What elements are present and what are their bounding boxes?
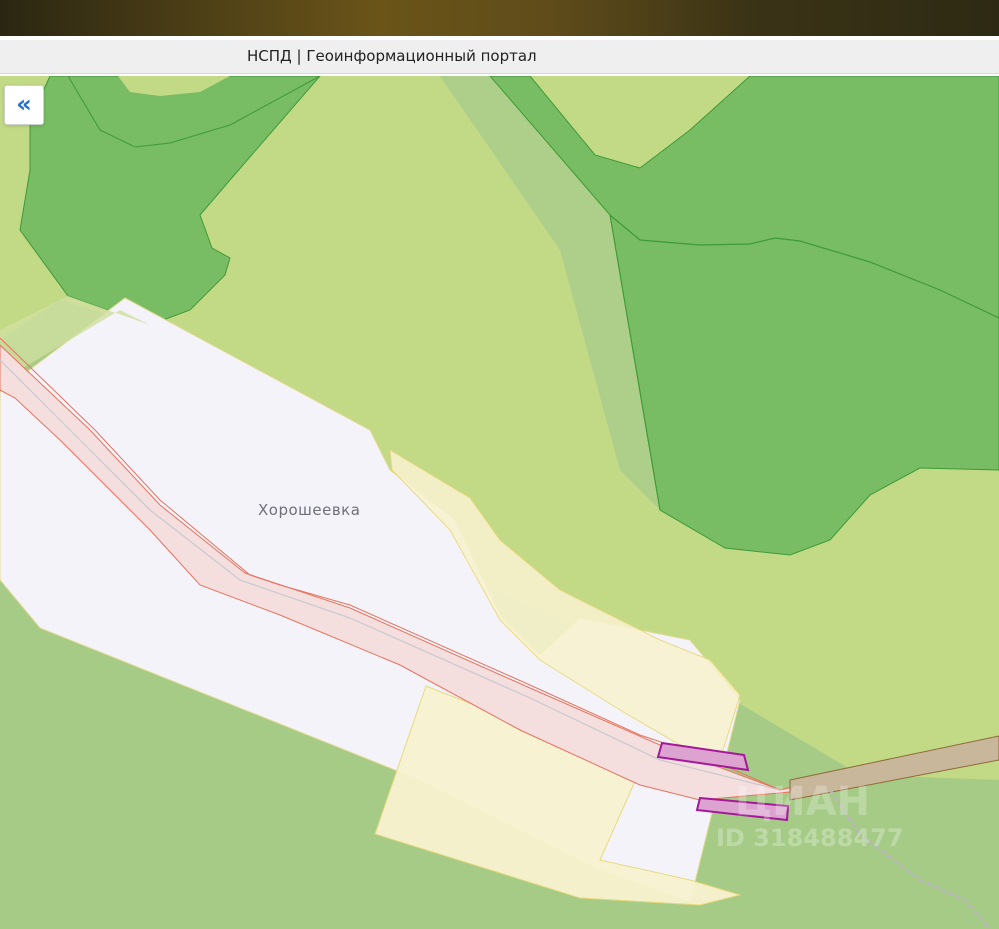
watermark-brand: ЦИАН [735,779,870,825]
title-bar: НСПД | Геоинформационный портал [0,40,999,74]
map-view[interactable]: Хорошеевка ЦИАН ID 318488477 [0,76,999,929]
page-title: НСПД | Геоинформационный портал [247,47,537,65]
collapse-panel-button[interactable]: « [4,85,44,125]
watermark-id: ID 318488477 [716,824,904,852]
top-banner [0,0,999,36]
double-chevron-left-icon: « [16,90,32,118]
map-canvas[interactable]: Хорошеевка ЦИАН ID 318488477 [0,76,999,929]
locality-label: Хорошеевка [258,501,360,519]
